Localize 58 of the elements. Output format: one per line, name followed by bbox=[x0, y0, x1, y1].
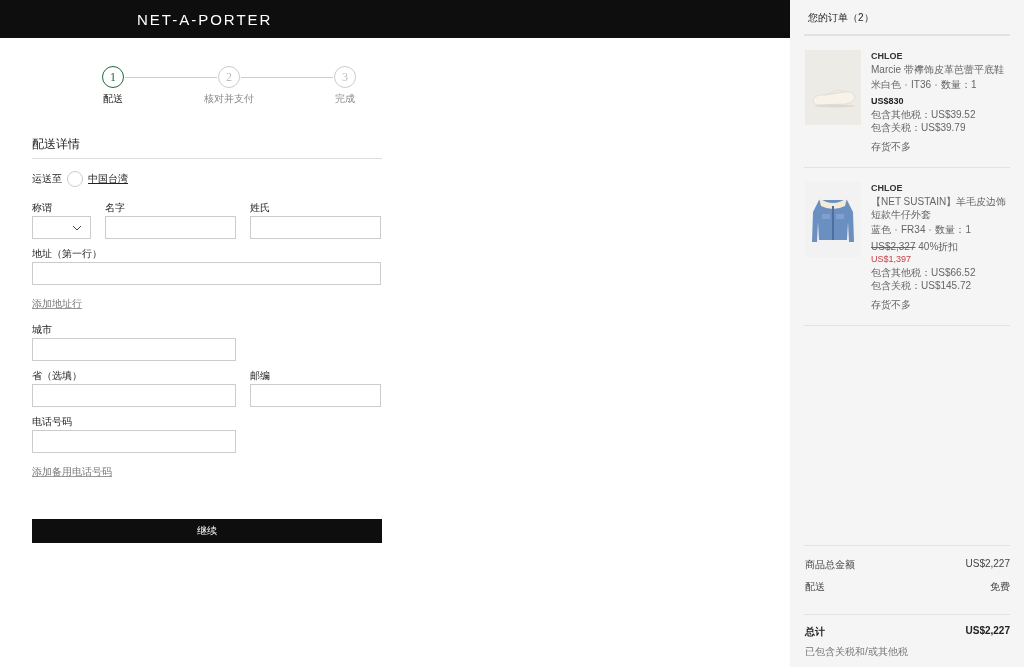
total-label: 总计 bbox=[805, 625, 825, 639]
step-label: 核对并支付 bbox=[204, 92, 254, 106]
stock-note: 存货不多 bbox=[871, 298, 912, 311]
input-field[interactable] bbox=[32, 338, 236, 361]
step-number: 3 bbox=[334, 66, 356, 88]
continue-button[interactable]: 继续 bbox=[32, 519, 382, 543]
brand-name: CHLOE bbox=[871, 50, 904, 63]
original-price: US$2,327 bbox=[871, 241, 916, 252]
field-label: 姓氏 bbox=[250, 201, 271, 213]
title-select[interactable] bbox=[32, 216, 91, 239]
tax-note: 包含其他税：US$66.52 bbox=[871, 266, 977, 279]
input-field[interactable] bbox=[250, 384, 381, 407]
summary-value: US$2,227 bbox=[965, 558, 1010, 571]
product-attribute: 数量：1 bbox=[935, 223, 971, 236]
input-field[interactable] bbox=[32, 262, 381, 285]
stock-note: 存货不多 bbox=[871, 140, 912, 153]
total-value: US$2,227 bbox=[965, 625, 1010, 638]
summary-value: 免费 bbox=[990, 580, 1010, 594]
field-label: 称谓 bbox=[32, 201, 53, 213]
tax-note: 包含其他税：US$39.52 bbox=[871, 108, 977, 121]
product-attribute: IT36 bbox=[911, 78, 931, 91]
product-attribute: 数量：1 bbox=[941, 78, 977, 91]
add-link[interactable]: 添加备用电话号码 bbox=[32, 465, 112, 479]
summary-label: 配送 bbox=[805, 580, 825, 594]
logo[interactable]: NET-A-PORTER bbox=[137, 10, 273, 28]
step-label: 完成 bbox=[335, 92, 355, 106]
step-number: 2 bbox=[218, 66, 240, 88]
summary-label: 商品总金额 bbox=[805, 558, 855, 572]
tax-note: 包含关税：US$145.72 bbox=[871, 279, 973, 292]
step-label: 配送 bbox=[103, 92, 123, 106]
chevron-icon bbox=[72, 224, 82, 231]
input-field[interactable] bbox=[32, 384, 236, 407]
product-name[interactable]: 【NET SUSTAIN】羊毛皮边饰短款牛仔外套 bbox=[871, 195, 1010, 221]
input-field[interactable] bbox=[250, 216, 381, 239]
field-label: 电话号码 bbox=[32, 415, 73, 427]
price: US$830 bbox=[871, 95, 905, 108]
input-field[interactable] bbox=[105, 216, 236, 239]
discount-label: 40%折扣 bbox=[918, 241, 959, 252]
product-attribute: FR34 bbox=[901, 223, 926, 236]
brand-name: CHLOE bbox=[871, 182, 904, 195]
ship-to-label: 运送至 bbox=[32, 172, 62, 186]
field-label: 城市 bbox=[32, 323, 53, 335]
input-field[interactable] bbox=[32, 430, 236, 453]
tax-note: 已包含关税和/或其他税 bbox=[805, 645, 909, 659]
field-label: 邮编 bbox=[250, 369, 271, 381]
product-attribute: 米白色 bbox=[871, 78, 901, 91]
step-number: 1 bbox=[102, 66, 124, 88]
field-label: 省（选填） bbox=[32, 369, 83, 381]
add-link[interactable]: 添加地址行 bbox=[32, 297, 82, 311]
country-link[interactable]: 中国台湾 bbox=[88, 172, 128, 186]
price: US$1,397 bbox=[871, 253, 913, 266]
section-title: 配送详情 bbox=[32, 136, 382, 159]
product-attribute: 蓝色 bbox=[871, 223, 891, 236]
order-title: 您的订单（2） bbox=[804, 8, 1010, 36]
product-name[interactable]: Marcie 带襻饰皮革芭蕾平底鞋 bbox=[871, 63, 1004, 76]
field-label: 地址（第一行） bbox=[32, 247, 103, 259]
tax-note: 包含关税：US$39.79 bbox=[871, 121, 967, 134]
field-label: 名字 bbox=[105, 201, 126, 213]
